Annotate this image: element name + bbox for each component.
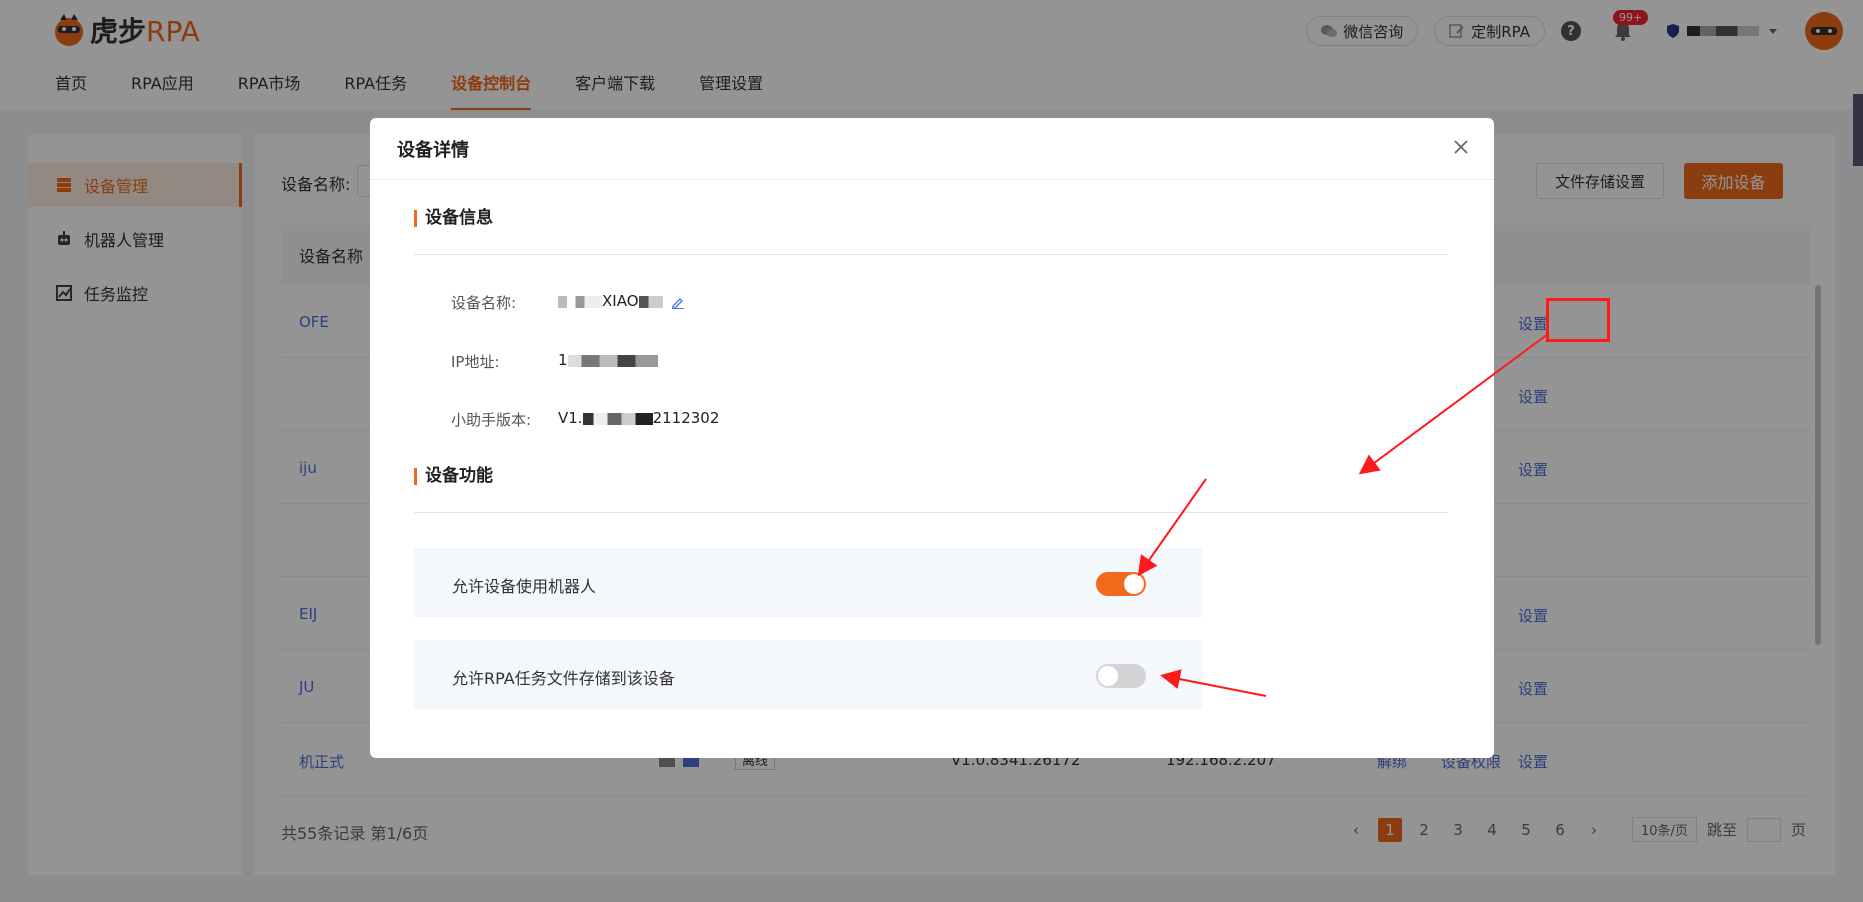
divider — [414, 254, 1448, 255]
section-title-device-info: 设备信息 — [414, 210, 493, 227]
feature-allow-robot: 允许设备使用机器人 — [414, 548, 1202, 617]
allow-file-storage-toggle[interactable] — [1096, 664, 1146, 688]
edge-widget — [1853, 94, 1863, 166]
ip-value: 1 — [558, 351, 658, 369]
feature-allow-file-storage-label: 允许RPA任务文件存储到该设备 — [452, 669, 675, 688]
feature-allow-robot-label: 允许设备使用机器人 — [452, 577, 597, 596]
device-name-label: 设备名称: — [451, 294, 517, 312]
close-icon[interactable] — [1452, 138, 1470, 156]
ip-label: IP地址: — [451, 353, 500, 371]
allow-robot-toggle[interactable] — [1096, 572, 1146, 596]
edit-icon[interactable] — [671, 295, 685, 309]
version-value: V1. 2112302 — [558, 409, 720, 427]
version-label: 小助手版本: — [451, 411, 532, 429]
section-title-device-functions: 设备功能 — [414, 468, 493, 485]
device-detail-modal: 设备详情 设备信息 设备名称: XIAO IP地址: 1 小助手版本: V1. 2… — [370, 118, 1494, 758]
annotation-highlight-box — [1546, 298, 1610, 342]
feature-allow-file-storage: 允许RPA任务文件存储到该设备 — [414, 640, 1202, 709]
divider — [414, 512, 1448, 513]
modal-title: 设备详情 — [370, 118, 1494, 180]
device-name-value: XIAO — [558, 292, 685, 310]
